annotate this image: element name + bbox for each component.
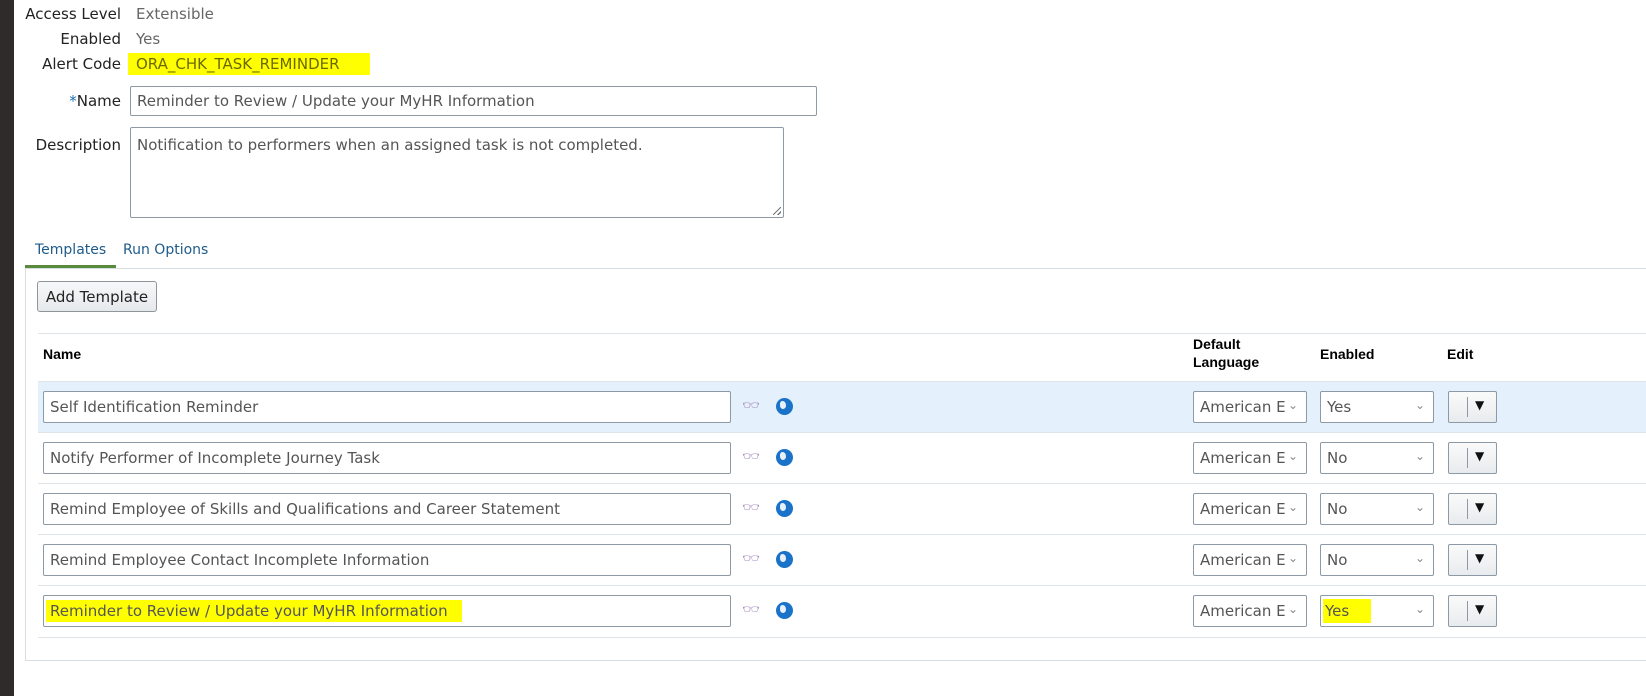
globe-translation-icon[interactable] xyxy=(776,551,793,568)
description-text: Notification to performers when an assig… xyxy=(137,136,643,154)
enabled-select[interactable]: No ⌄ xyxy=(1320,442,1434,474)
default-language-value: American E xyxy=(1200,500,1286,518)
chevron-down-icon: ⌄ xyxy=(1414,500,1425,514)
default-language-value: American E xyxy=(1200,602,1286,620)
enabled-label: Enabled xyxy=(60,30,121,48)
header-line-1: Default xyxy=(1193,336,1241,352)
default-language-select[interactable]: American E ⌄ xyxy=(1193,544,1307,576)
name-input[interactable]: Reminder to Review / Update your MyHR In… xyxy=(130,86,817,116)
template-name-text: Reminder to Review / Update your MyHR In… xyxy=(46,600,462,622)
table-bottom-divider xyxy=(38,637,1646,638)
preview-glasses-icon[interactable]: 👓︎ xyxy=(742,551,760,567)
template-name-text: Remind Employee of Skills and Qualificat… xyxy=(50,500,560,518)
required-marker: * xyxy=(69,92,77,110)
preview-glasses-icon[interactable]: 👓︎ xyxy=(742,398,760,414)
template-name-input[interactable]: Notify Performer of Incomplete Journey T… xyxy=(43,442,731,474)
alert-code-label: Alert Code xyxy=(42,55,121,73)
default-language-select[interactable]: American E ⌄ xyxy=(1193,493,1307,525)
default-language-select[interactable]: American E ⌄ xyxy=(1193,595,1307,627)
edit-menu-button[interactable]: ▼ xyxy=(1448,442,1497,474)
default-language-value: American E xyxy=(1200,449,1286,467)
enabled-value: Yes xyxy=(1323,599,1372,623)
enabled-select[interactable]: Yes ⌄ xyxy=(1320,391,1434,423)
globe-translation-icon[interactable] xyxy=(776,398,793,415)
enabled-value: No xyxy=(1327,551,1348,569)
template-name-input[interactable]: Remind Employee of Skills and Qualificat… xyxy=(43,493,731,525)
edit-menu-button[interactable]: ▼ xyxy=(1448,544,1497,576)
globe-translation-icon[interactable] xyxy=(776,449,793,466)
default-language-select[interactable]: American E ⌄ xyxy=(1193,391,1307,423)
tab-templates[interactable]: Templates xyxy=(25,241,117,268)
globe-translation-icon[interactable] xyxy=(776,500,793,517)
enabled-select[interactable]: No ⌄ xyxy=(1320,493,1434,525)
description-label: Description xyxy=(35,136,121,154)
chevron-down-icon: ⌄ xyxy=(1414,602,1425,616)
alert-code-value: ORA_CHK_TASK_REMINDER xyxy=(128,53,370,75)
enabled-value: No xyxy=(1327,500,1348,518)
table-row[interactable]: Notify Performer of Incomplete Journey T… xyxy=(38,432,1646,483)
tab-run-options[interactable]: Run Options xyxy=(113,241,218,268)
chevron-down-icon: ⌄ xyxy=(1414,551,1425,565)
table-top-divider xyxy=(38,333,1646,334)
preview-glasses-icon[interactable]: 👓︎ xyxy=(742,449,760,465)
template-name-text: Notify Performer of Incomplete Journey T… xyxy=(50,449,380,467)
description-textarea[interactable]: Notification to performers when an assig… xyxy=(130,127,784,218)
globe-translation-icon[interactable] xyxy=(776,602,793,619)
resize-handle-icon[interactable] xyxy=(773,207,781,215)
edit-menu-button[interactable]: ▼ xyxy=(1448,493,1497,525)
preview-glasses-icon[interactable]: 👓︎ xyxy=(742,602,760,618)
dropdown-triangle-icon: ▼ xyxy=(1475,398,1485,412)
dropdown-triangle-icon: ▼ xyxy=(1475,500,1485,514)
table-row[interactable]: Self Identification Reminder 👓︎ American… xyxy=(38,381,1646,432)
header-line-2: Language xyxy=(1193,354,1260,370)
chevron-down-icon: ⌄ xyxy=(1287,500,1298,514)
edit-menu-button[interactable]: ▼ xyxy=(1448,595,1497,627)
dropdown-triangle-icon: ▼ xyxy=(1475,602,1485,616)
enabled-select[interactable]: Yes ⌄ xyxy=(1320,595,1434,627)
table-row[interactable]: Reminder to Review / Update your MyHR In… xyxy=(38,585,1646,636)
chevron-down-icon: ⌄ xyxy=(1414,398,1425,412)
access-level-value: Extensible xyxy=(136,5,214,23)
enabled-value: No xyxy=(1327,449,1348,467)
column-header-enabled: Enabled xyxy=(1320,346,1375,362)
table-row[interactable]: Remind Employee Contact Incomplete Infor… xyxy=(38,534,1646,585)
template-name-text: Remind Employee Contact Incomplete Infor… xyxy=(50,551,430,569)
column-header-name: Name xyxy=(43,346,82,362)
default-language-value: American E xyxy=(1200,398,1286,416)
chevron-down-icon: ⌄ xyxy=(1287,449,1298,463)
access-level-label: Access Level xyxy=(25,5,121,23)
template-name-text: Self Identification Reminder xyxy=(50,398,259,416)
template-name-input[interactable]: Reminder to Review / Update your MyHR In… xyxy=(43,595,731,627)
dropdown-triangle-icon: ▼ xyxy=(1475,551,1485,565)
name-label: *Name xyxy=(11,92,121,110)
default-language-select[interactable]: American E ⌄ xyxy=(1193,442,1307,474)
add-template-button[interactable]: Add Template xyxy=(37,281,157,312)
enabled-value: Yes xyxy=(1327,398,1352,416)
chevron-down-icon: ⌄ xyxy=(1414,449,1425,463)
template-name-input[interactable]: Self Identification Reminder xyxy=(43,391,731,423)
dropdown-triangle-icon: ▼ xyxy=(1475,449,1485,463)
chevron-down-icon: ⌄ xyxy=(1287,398,1298,412)
default-language-value: American E xyxy=(1200,551,1286,569)
enabled-value: Yes xyxy=(136,30,161,48)
chevron-down-icon: ⌄ xyxy=(1287,602,1298,616)
edit-menu-button[interactable]: ▼ xyxy=(1448,391,1497,423)
column-header-default-language: Default Language xyxy=(1193,335,1259,371)
name-label-text: Name xyxy=(76,92,121,110)
table-row[interactable]: Remind Employee of Skills and Qualificat… xyxy=(38,483,1646,534)
column-header-edit: Edit xyxy=(1447,346,1474,362)
chevron-down-icon: ⌄ xyxy=(1287,551,1298,565)
preview-glasses-icon[interactable]: 👓︎ xyxy=(742,500,760,516)
enabled-select[interactable]: No ⌄ xyxy=(1320,544,1434,576)
template-name-input[interactable]: Remind Employee Contact Incomplete Infor… xyxy=(43,544,731,576)
